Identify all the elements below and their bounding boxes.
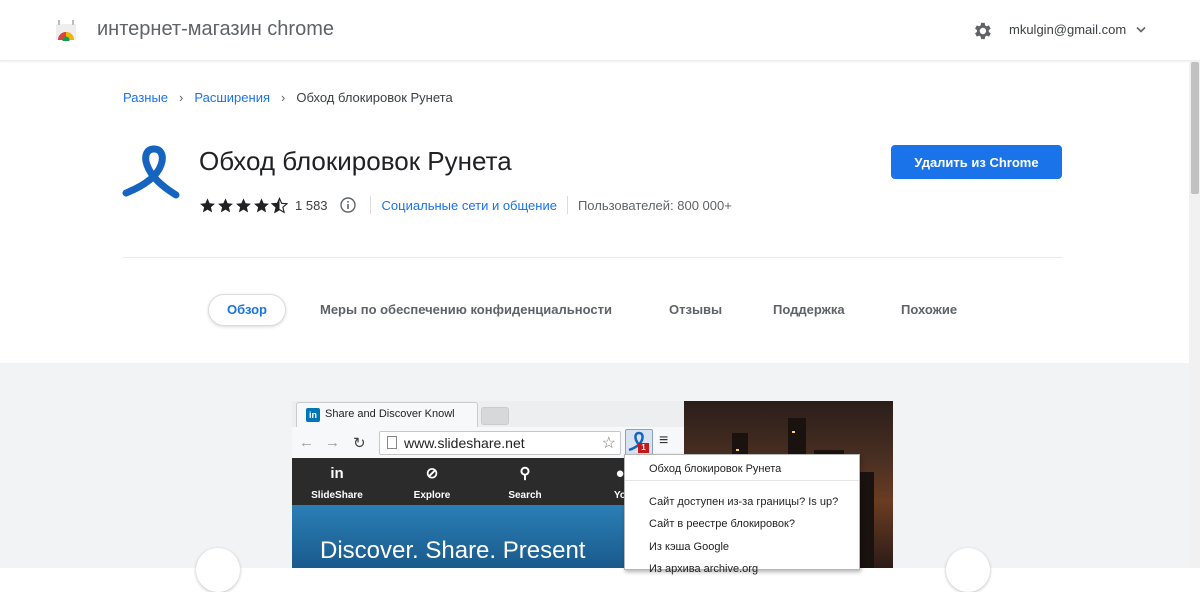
nav-label: Explore — [413, 490, 451, 501]
popup-item: Сайт в реестре блокировок? — [649, 518, 795, 530]
back-arrow-icon: ← — [299, 434, 314, 451]
nav-label: Search — [508, 490, 542, 501]
breadcrumb-link-extensions[interactable]: Расширения — [194, 90, 270, 105]
menu-icon: ≡ — [659, 432, 669, 449]
browser-tab-strip: in Share and Discover Knowl — [292, 401, 684, 427]
tab-overview[interactable]: Обзор — [208, 294, 286, 326]
compass-icon: ⊘ — [425, 465, 439, 482]
user-count: Пользователей: 800 000+ — [577, 197, 732, 213]
chrome-web-store-logo-icon[interactable] — [55, 19, 77, 41]
address-bar: www.slideshare.net ☆ — [379, 431, 621, 455]
reload-icon: ↻ — [353, 435, 366, 452]
tab-related[interactable]: Похожие — [901, 302, 957, 317]
remove-from-chrome-button[interactable]: Удалить из Chrome — [891, 145, 1062, 179]
nav-explore: ⊘ Explore — [397, 458, 467, 505]
star-full-icon — [218, 197, 233, 212]
divider — [369, 196, 371, 214]
divider — [625, 480, 859, 481]
breadcrumb-link-misc[interactable]: Разные — [123, 90, 168, 105]
new-tab-icon — [481, 407, 509, 425]
linkedin-icon: in — [330, 465, 344, 482]
linkedin-icon: in — [306, 408, 320, 422]
breadcrumb-current: Обход блокировок Рунета — [296, 90, 453, 105]
divider — [566, 196, 568, 214]
star-outline-icon: ☆ — [601, 435, 616, 452]
search-icon: ⚲ — [519, 465, 531, 482]
nav-slideshare: in SlideShare — [302, 458, 372, 505]
info-icon[interactable] — [339, 197, 356, 213]
star-full-icon — [200, 197, 215, 212]
account-email[interactable]: mkulgin@gmail.com — [1009, 22, 1126, 37]
breadcrumb-separator-icon: › — [281, 90, 286, 105]
hero-text: Discover. Share. Present — [320, 537, 586, 564]
extension-meta: 1 583 Социальные сети и общение Пользова… — [199, 195, 732, 215]
gallery-prev-button[interactable] — [196, 548, 240, 592]
category-link[interactable]: Социальные сети и общение — [382, 198, 557, 213]
rating-count[interactable]: 1 583 — [295, 198, 328, 213]
ribbon-icon — [122, 145, 180, 199]
extension-badge: 1 — [638, 443, 649, 453]
breadcrumb: Разные › Расширения › Обход блокировок Рунет… — [123, 90, 453, 105]
tab-reviews[interactable]: Отзывы — [669, 302, 722, 317]
page-icon — [387, 436, 397, 449]
top-bar: интернет-магазин chrome mkulgin@gmail.co… — [0, 0, 1200, 61]
star-half-icon — [271, 196, 288, 214]
popup-item: Из архива archive.org — [649, 563, 759, 575]
extension-popup-menu: Обход блокировок Рунета Сайт доступен из… — [624, 454, 860, 575]
gear-icon[interactable] — [971, 20, 993, 42]
popup-title: Обход блокировок Рунета — [649, 463, 782, 475]
address-bar-url: www.slideshare.net — [404, 435, 525, 451]
browser-tab-title: Share and Discover Knowl — [325, 408, 455, 420]
star-full-icon — [254, 197, 269, 212]
section-divider — [123, 257, 1062, 258]
store-title[interactable]: интернет-магазин chrome — [97, 18, 334, 41]
popup-item: Сайт доступен из-за границы? Is up? — [649, 496, 839, 508]
popup-item: Из кэша Google — [649, 541, 730, 553]
nav-search: ⚲ Search — [490, 458, 560, 505]
browser-tab: in Share and Discover Knowl — [296, 402, 478, 427]
scrollbar-thumb[interactable] — [1191, 62, 1199, 194]
breadcrumb-separator-icon: › — [179, 90, 184, 105]
tab-support[interactable]: Поддержка — [773, 302, 845, 317]
chevron-down-icon[interactable] — [1136, 26, 1146, 34]
tab-privacy[interactable]: Меры по обеспечению конфиденциальности — [320, 302, 612, 317]
nav-label: SlideShare — [311, 490, 363, 501]
star-full-icon — [236, 197, 251, 212]
extension-title: Обход блокировок Рунета — [199, 146, 512, 176]
gallery-next-button[interactable] — [946, 548, 990, 592]
rating-stars[interactable] — [199, 196, 288, 214]
forward-arrow-icon: → — [325, 434, 340, 451]
